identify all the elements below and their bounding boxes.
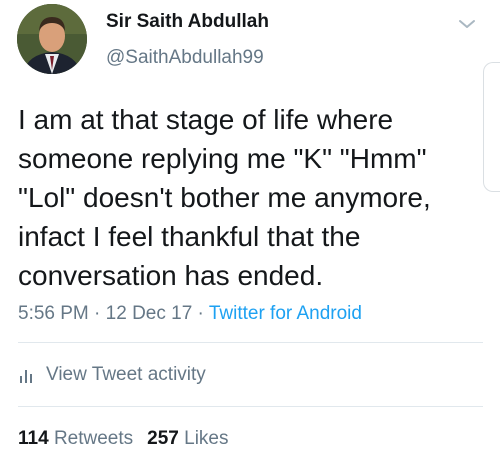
- tweet-source-link[interactable]: Twitter for Android: [209, 303, 362, 324]
- likes-label: Likes: [184, 428, 229, 449]
- meta-separator: ·: [88, 303, 106, 324]
- tweet-date[interactable]: 12 Dec 17: [106, 303, 193, 324]
- tweet-meta: 5:56 PM · 12 Dec 17 · Twitter for Androi…: [18, 303, 362, 325]
- avatar[interactable]: [17, 4, 87, 74]
- tweet-time[interactable]: 5:56 PM: [18, 303, 89, 324]
- display-name[interactable]: Sir Saith Abdullah: [106, 11, 269, 33]
- user-handle[interactable]: @SaithAbdullah99: [106, 47, 264, 69]
- bar-chart-icon: [18, 366, 36, 384]
- tweet-detail: Sir Saith Abdullah @SaithAbdullah99 I am…: [0, 0, 500, 462]
- avatar-photo: [17, 4, 87, 74]
- view-tweet-activity-button[interactable]: View Tweet activity: [18, 364, 206, 386]
- retweets-stat[interactable]: 114 Retweets: [18, 428, 133, 449]
- activity-label: View Tweet activity: [46, 364, 206, 385]
- likes-count: 257: [147, 428, 179, 449]
- chevron-down-icon[interactable]: [456, 16, 478, 32]
- meta-separator: ·: [192, 303, 209, 324]
- tweet-text: I am at that stage of life where someone…: [18, 104, 431, 291]
- retweets-count: 114: [18, 428, 49, 449]
- retweets-label: Retweets: [53, 428, 134, 449]
- tweet-stats: 114 Retweets 257 Likes: [18, 428, 242, 450]
- likes-stat[interactable]: 257 Likes: [147, 428, 228, 449]
- divider: [18, 342, 483, 343]
- divider: [18, 406, 483, 407]
